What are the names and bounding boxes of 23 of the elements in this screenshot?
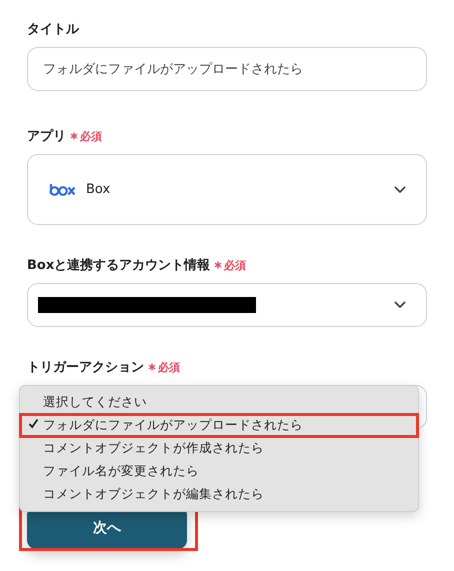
app-select[interactable]: Box: [27, 154, 427, 225]
field-label: トリガーアクション: [27, 359, 144, 376]
app-logo-icon: [49, 182, 77, 196]
title-input[interactable]: フォルダにファイルがアップロードされたら: [27, 47, 427, 91]
menu-option[interactable]: フォルダにファイルがアップロードされたら: [20, 414, 418, 437]
chevron-down-icon: [394, 301, 406, 309]
required-tag: 必須: [158, 360, 180, 374]
asterisk-icon: [214, 261, 222, 269]
asterisk-icon: [70, 132, 78, 140]
app-name: Box: [86, 182, 110, 197]
field-label: アプリ: [27, 128, 66, 145]
account-select[interactable]: [27, 283, 427, 327]
menu-option[interactable]: 選択してください: [20, 391, 418, 414]
required-tag: 必須: [224, 258, 246, 272]
field-label: Boxと連携するアカウント情報: [27, 256, 210, 274]
chevron-down-icon: [394, 186, 406, 194]
menu-option[interactable]: ファイル名が変更されたら: [20, 460, 418, 483]
menu-option[interactable]: コメントオブジェクトが作成されたら: [20, 437, 418, 460]
required-tag: 必須: [80, 128, 102, 144]
menu-option[interactable]: コメントオブジェクトが編集されたら: [20, 483, 418, 506]
asterisk-icon: [148, 363, 156, 371]
checkmark-icon: [28, 418, 39, 429]
field-label: タイトル: [27, 21, 79, 38]
